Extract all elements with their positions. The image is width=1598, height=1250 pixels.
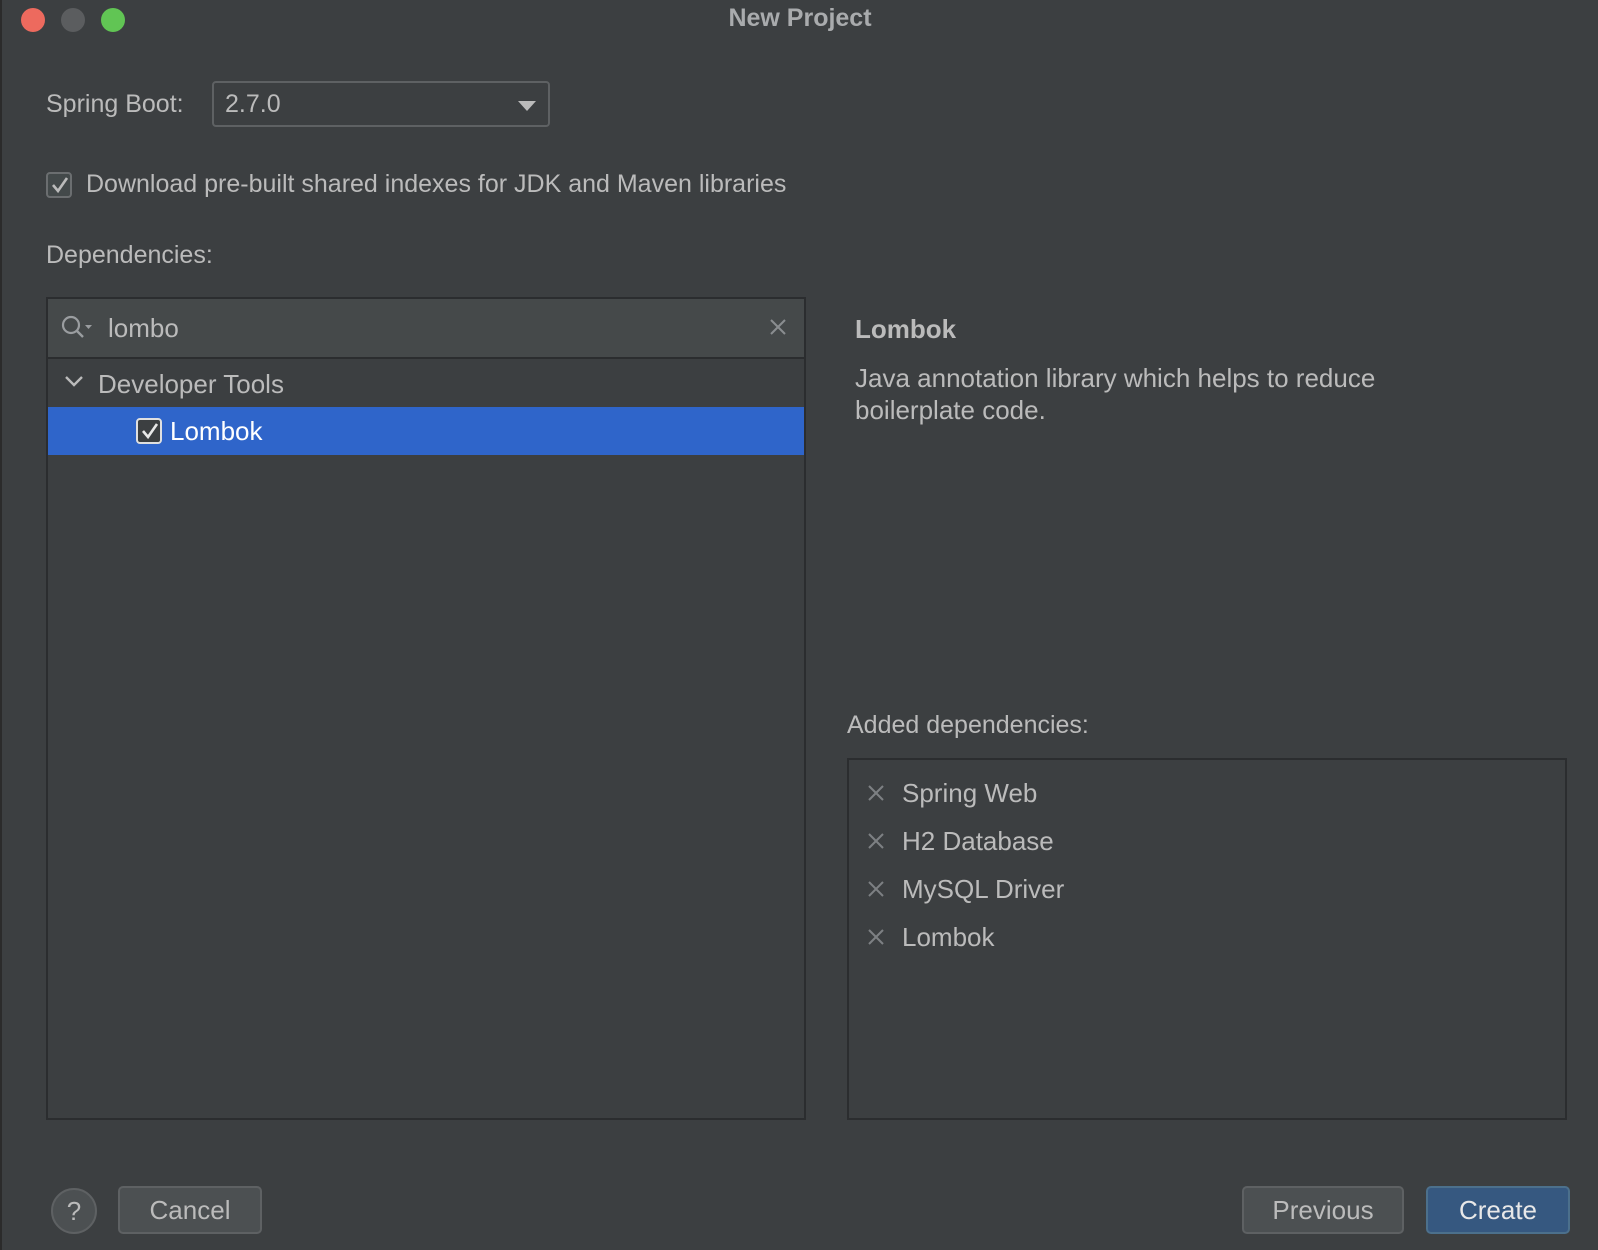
dependencies-label: Dependencies: [46, 241, 213, 269]
added-dependencies-list: Spring Web H2 Database MySQL Driver Lomb… [847, 758, 1567, 1120]
tree-group-developer-tools[interactable]: Developer Tools [48, 359, 804, 407]
added-item-label: MySQL Driver [902, 874, 1065, 904]
help-button[interactable]: ? [51, 1188, 97, 1234]
search-input[interactable]: lombo [108, 313, 179, 344]
dependencies-tree-panel: lombo Developer Tools Lombok [46, 297, 806, 1120]
added-item-label: Lombok [902, 922, 995, 952]
previous-button[interactable]: Previous [1242, 1186, 1404, 1234]
checkmark-icon [52, 177, 69, 194]
chevron-down-icon [518, 101, 536, 111]
spring-boot-version-select[interactable]: 2.7.0 [212, 81, 550, 127]
added-item-h2-database: H2 Database [849, 818, 1565, 864]
dependency-search-field[interactable]: lombo [48, 299, 804, 359]
create-button[interactable]: Create [1426, 1186, 1570, 1234]
shared-indexes-label[interactable]: Download pre-built shared indexes for JD… [86, 170, 786, 199]
added-item-label: Spring Web [902, 778, 1038, 808]
added-item-label: H2 Database [902, 826, 1054, 856]
remove-icon[interactable] [867, 832, 885, 850]
spring-boot-version-value: 2.7.0 [225, 90, 281, 118]
tree-item-label: Lombok [170, 416, 263, 446]
spring-boot-label: Spring Boot: [46, 90, 184, 118]
checkmark-icon [142, 423, 159, 440]
window-title: New Project [728, 4, 872, 32]
dependency-description-title: Lombok [855, 314, 957, 344]
remove-icon[interactable] [867, 880, 885, 898]
added-item-lombok: Lombok [849, 914, 1565, 960]
clear-search-icon[interactable] [768, 317, 788, 337]
lombok-checkbox[interactable] [136, 418, 162, 444]
cancel-button[interactable]: Cancel [118, 1186, 262, 1234]
tree-item-lombok[interactable]: Lombok [48, 407, 804, 455]
added-item-mysql-driver: MySQL Driver [849, 866, 1565, 912]
chevron-down-icon[interactable] [64, 375, 84, 389]
dependency-description-text: Java annotation library which helps to r… [855, 363, 1376, 425]
title-bar: New Project [2, 0, 1598, 40]
shared-indexes-checkbox[interactable] [46, 172, 72, 198]
tree-group-label: Developer Tools [98, 369, 284, 399]
added-item-spring-web: Spring Web [849, 770, 1565, 816]
new-project-dialog: New Project Spring Boot: 2.7.0 Download … [0, 0, 1598, 1250]
search-icon [61, 315, 92, 338]
remove-icon[interactable] [867, 784, 885, 802]
added-dependencies-label: Added dependencies: [847, 711, 1089, 739]
remove-icon[interactable] [867, 928, 885, 946]
